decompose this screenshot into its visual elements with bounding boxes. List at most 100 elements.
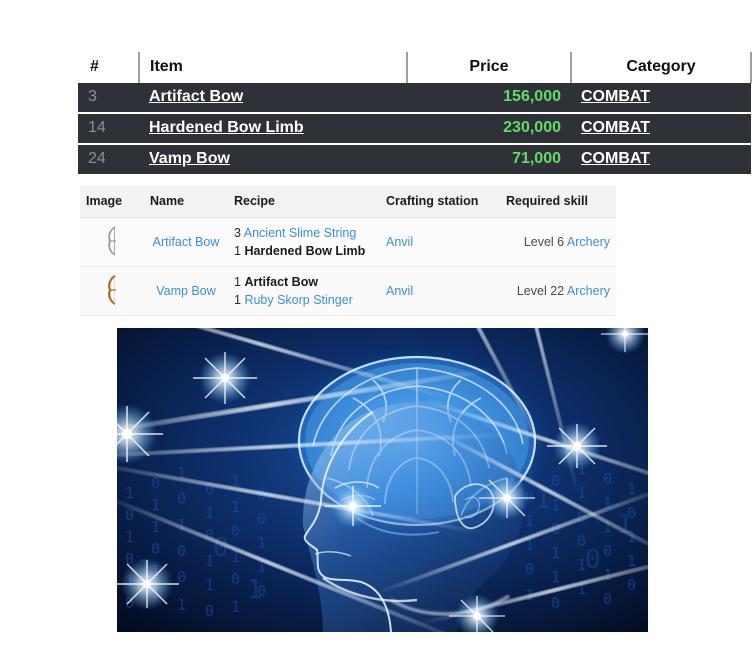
svg-text:1: 1 bbox=[627, 480, 636, 498]
price-table-body: 3 Artifact Bow 156,000 COMBAT 14 Hardene… bbox=[78, 83, 751, 174]
price-row-item-cell: Artifact Bow bbox=[139, 83, 407, 114]
craft-row-image-cell bbox=[80, 266, 144, 316]
table-row: Vamp Bow 1 Artifact Bow 1 Ruby Skorp Sti… bbox=[80, 266, 616, 316]
orange-bow-icon bbox=[104, 274, 120, 305]
svg-text:1: 1 bbox=[151, 496, 160, 514]
svg-text:0: 0 bbox=[177, 568, 186, 586]
category-link[interactable]: COMBAT bbox=[581, 150, 650, 167]
svg-text:0: 0 bbox=[603, 590, 612, 608]
craft-row-skill-cell: Level 22 Archery bbox=[500, 266, 616, 316]
recipe-quantity: 1 bbox=[234, 293, 241, 307]
craft-column-header-recipe: Recipe bbox=[228, 186, 380, 218]
craft-column-header-skill: Required skill bbox=[500, 186, 616, 218]
svg-text:1: 1 bbox=[551, 568, 560, 586]
svg-text:0: 0 bbox=[257, 510, 266, 528]
svg-text:1: 1 bbox=[257, 534, 266, 552]
price-row-price: 156,000 bbox=[407, 83, 571, 114]
svg-text:1: 1 bbox=[177, 596, 186, 614]
recipe-ingredient: 1 Ruby Skorp Stinger bbox=[234, 291, 374, 309]
recipe-quantity: 1 bbox=[234, 244, 241, 258]
category-link[interactable]: COMBAT bbox=[581, 88, 650, 105]
svg-text:0: 0 bbox=[177, 542, 186, 560]
craft-row-image-cell bbox=[80, 217, 144, 267]
svg-text:0: 0 bbox=[627, 576, 636, 594]
svg-text:0: 0 bbox=[551, 594, 560, 612]
svg-text:1: 1 bbox=[125, 484, 134, 502]
svg-text:1: 1 bbox=[551, 496, 560, 514]
craft-row-recipe-cell: 3 Ancient Slime String 1 Hardened Bow Li… bbox=[228, 217, 380, 267]
price-row-category-cell: COMBAT bbox=[571, 113, 751, 145]
crafting-station-link[interactable]: Anvil bbox=[386, 284, 413, 298]
svg-text:0: 0 bbox=[603, 542, 612, 560]
svg-text:0: 0 bbox=[231, 522, 240, 540]
craft-column-header-name: Name bbox=[144, 186, 228, 218]
price-row-number: 3 bbox=[78, 83, 139, 114]
craft-row-name-cell: Vamp Bow bbox=[144, 266, 228, 316]
recipe-ingredient: 3 Ancient Slime String bbox=[234, 224, 374, 242]
craft-item-link[interactable]: Artifact Bow bbox=[153, 235, 220, 249]
table-row[interactable]: 24 Vamp Bow 71,000 COMBAT bbox=[78, 144, 751, 174]
table-row[interactable]: 3 Artifact Bow 156,000 COMBAT bbox=[78, 83, 751, 114]
crafting-table-head: Image Name Recipe Crafting station Requi… bbox=[80, 186, 616, 218]
craft-row-station-cell: Anvil bbox=[380, 217, 500, 267]
item-link[interactable]: Vamp Bow bbox=[149, 150, 230, 167]
svg-text:1: 1 bbox=[627, 552, 636, 570]
recipe-quantity: 1 bbox=[234, 275, 241, 289]
craft-item-link[interactable]: Vamp Bow bbox=[156, 284, 216, 298]
recipe-ingredient: 1 Artifact Bow bbox=[234, 273, 374, 291]
crafting-station-link[interactable]: Anvil bbox=[386, 235, 413, 249]
craft-row-station-cell: Anvil bbox=[380, 266, 500, 316]
svg-text:0: 0 bbox=[551, 472, 560, 490]
price-table: # Item Price Category 3 Artifact Bow 156… bbox=[78, 52, 752, 174]
crafting-table: Image Name Recipe Crafting station Requi… bbox=[80, 186, 616, 316]
craft-row-name-cell: Artifact Bow bbox=[144, 217, 228, 267]
svg-text:0: 0 bbox=[525, 560, 534, 578]
recipe-ingredient-name: Artifact Bow bbox=[244, 275, 319, 289]
price-row-number: 24 bbox=[78, 144, 139, 174]
crafting-table-header-row: Image Name Recipe Crafting station Requi… bbox=[80, 186, 616, 218]
svg-text:0: 0 bbox=[205, 602, 214, 620]
item-link[interactable]: Artifact Bow bbox=[149, 88, 243, 105]
grey-bow-icon bbox=[104, 225, 120, 256]
svg-text:1: 1 bbox=[205, 576, 214, 594]
recipe-ingredient-link[interactable]: Ruby Skorp Stinger bbox=[244, 293, 352, 307]
price-column-header-category[interactable]: Category bbox=[571, 52, 752, 83]
svg-text:0: 0 bbox=[213, 533, 229, 563]
category-link[interactable]: COMBAT bbox=[581, 119, 650, 136]
glowing-blue-brain-head-image: 101010 011011 101001 010110 110101 00110… bbox=[117, 328, 648, 632]
price-table-container: # Item Price Category 3 Artifact Bow 156… bbox=[78, 52, 752, 174]
price-row-item-cell: Hardened Bow Limb bbox=[139, 113, 407, 145]
svg-text:1: 1 bbox=[247, 575, 263, 605]
price-column-header-number[interactable]: # bbox=[78, 52, 140, 83]
skill-level: Level 22 bbox=[516, 284, 565, 298]
price-row-item-cell: Vamp Bow bbox=[139, 144, 407, 174]
recipe-ingredient-link[interactable]: Ancient Slime String bbox=[244, 226, 357, 240]
svg-text:1: 1 bbox=[125, 528, 134, 546]
item-link[interactable]: Hardened Bow Limb bbox=[149, 119, 304, 136]
craft-row-skill-cell: Level 6 Archery bbox=[500, 217, 616, 267]
price-column-header-item[interactable]: Item bbox=[139, 52, 408, 83]
svg-text:0: 0 bbox=[603, 470, 612, 488]
skill-link[interactable]: Archery bbox=[567, 235, 610, 249]
price-row-number: 14 bbox=[78, 113, 139, 145]
craft-column-header-image: Image bbox=[80, 186, 144, 218]
svg-text:0: 0 bbox=[177, 490, 186, 508]
skill-link[interactable]: Archery bbox=[567, 284, 610, 298]
svg-text:1: 1 bbox=[231, 598, 240, 616]
price-table-header-row: # Item Price Category bbox=[78, 52, 752, 83]
price-column-header-price[interactable]: Price bbox=[407, 52, 572, 83]
recipe-quantity: 3 bbox=[234, 226, 241, 240]
price-row-category-cell: COMBAT bbox=[571, 144, 751, 174]
svg-text:1: 1 bbox=[551, 544, 560, 562]
svg-text:1: 1 bbox=[231, 498, 240, 516]
table-row: Artifact Bow 3 Ancient Slime String 1 Ha… bbox=[80, 217, 616, 267]
skill-level: Level 6 bbox=[523, 235, 565, 249]
price-row-price: 230,000 bbox=[407, 113, 571, 145]
craft-row-recipe-cell: 1 Artifact Bow 1 Ruby Skorp Stinger bbox=[228, 266, 380, 316]
svg-text:0: 0 bbox=[585, 545, 601, 575]
crafting-table-container: Image Name Recipe Crafting station Requi… bbox=[80, 186, 616, 316]
recipe-ingredient-name: Hardened Bow Limb bbox=[244, 244, 366, 258]
svg-text:0: 0 bbox=[231, 570, 240, 588]
table-row[interactable]: 14 Hardened Bow Limb 230,000 COMBAT bbox=[78, 113, 751, 145]
price-row-price: 71,000 bbox=[407, 144, 571, 174]
